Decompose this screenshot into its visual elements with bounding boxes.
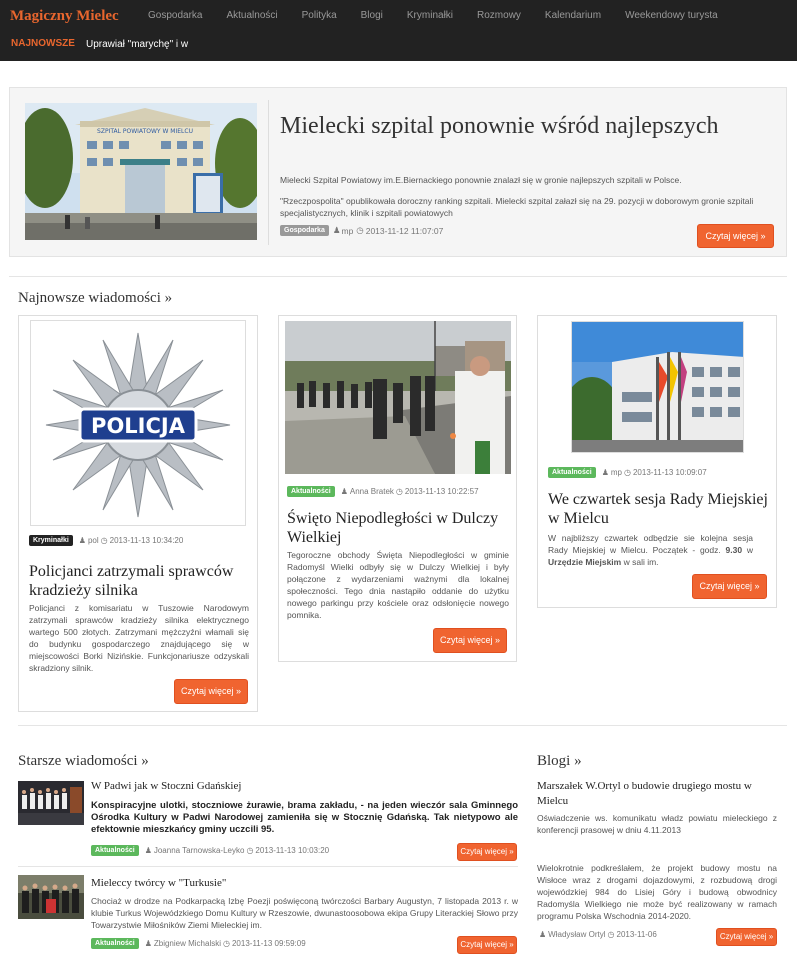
card-excerpt: Policjanci z komisariatu w Tuszowie Naro… xyxy=(29,603,249,673)
older-title[interactable]: W Padwi jak w Stoczni Gdańskiej xyxy=(91,780,241,792)
blogs-section-title[interactable]: Blogi » xyxy=(537,753,582,770)
category-badge[interactable]: Kryminałki xyxy=(29,535,73,546)
site-logo[interactable]: Magiczny Mielec xyxy=(10,8,119,25)
blog-excerpt: Wielokrotnie podkreślałem, że projekt bu… xyxy=(537,863,777,921)
card-meta: Aktualności ♟ mp ◷ 2013-11-13 10:09:07 xyxy=(548,467,707,478)
nav-item-gospodarka[interactable]: Gospodarka xyxy=(136,10,214,21)
ceremony-photo[interactable] xyxy=(285,321,511,474)
post-date: 2013-11-13 10:34:20 xyxy=(109,536,184,545)
hero-lead: Mielecki Szpital Powiatowy im.E.Biernack… xyxy=(280,175,682,185)
post-date: 2013-11-13 10:22:57 xyxy=(404,487,479,496)
news-card: POLICJA Kryminałki ♟ pol ◷ 2013-11-13 10… xyxy=(18,315,258,712)
svg-text:SZPITAL POWIATOWY W MIELCU: SZPITAL POWIATOWY W MIELCU xyxy=(97,128,193,135)
author-name: mp xyxy=(610,468,622,477)
post-date: 2013-11-13 10:09:07 xyxy=(632,468,707,477)
read-more-button[interactable]: Czytaj więcej » xyxy=(457,843,517,861)
featured-article: SZPITAL POWIATOWY W MIELCU Mielecki szpi… xyxy=(9,87,787,257)
category-badge[interactable]: Aktualności xyxy=(287,486,335,497)
nav-item-kalendarium[interactable]: Kalendarium xyxy=(533,10,613,21)
hero-meta: Gospodarka ♟ mp ◷ 2013-11-12 11:07:07 xyxy=(280,225,443,236)
choir-photo[interactable] xyxy=(18,781,84,825)
read-more-button[interactable]: Czytaj więcej » xyxy=(692,574,767,599)
card-meta: Kryminałki ♟ pol ◷ 2013-11-13 10:34:20 xyxy=(29,535,183,546)
nav-item-polityka[interactable]: Polityka xyxy=(290,10,349,21)
card-title[interactable]: Święto Niepodległości w Dulczy Wielkiej xyxy=(287,509,507,547)
card-title[interactable]: Policjanci zatrzymali sprawców kradzieży… xyxy=(29,562,249,600)
top-navbar: Magiczny Mielec Gospodarka Aktualności P… xyxy=(0,0,797,61)
nav-item-aktualnosci[interactable]: Aktualności xyxy=(214,10,289,21)
nav-item-kryminalki[interactable]: Kryminałki xyxy=(395,10,465,21)
user-icon: ♟ xyxy=(539,930,547,939)
card-excerpt: W najbliższy czwartek odbędzie sie kolej… xyxy=(548,533,753,567)
hero-title[interactable]: Mielecki szpital ponownie wśród najlepsz… xyxy=(280,113,760,140)
blog-title[interactable]: Marszałek W.Ortyl o budowie drugiego mos… xyxy=(537,779,777,809)
post-date: 2013-11-06 xyxy=(616,930,657,939)
author-name: Władysław Ortyl xyxy=(548,930,606,939)
author-name: Joanna Tarnowska-Leyko xyxy=(153,846,245,855)
user-icon: ♟ xyxy=(340,487,348,496)
ticker-headline[interactable]: Uprawiał "marychę" i w xyxy=(86,39,188,50)
post-date: 2013-11-13 10:03:20 xyxy=(255,846,330,855)
category-badge[interactable]: Aktualności xyxy=(91,938,139,949)
news-card: Aktualności ♟ mp ◷ 2013-11-13 10:09:07 W… xyxy=(537,315,777,608)
post-date: 2013-11-12 11:07:07 xyxy=(365,225,444,236)
clock-icon: ◷ xyxy=(395,487,403,496)
blog-excerpt: Oświadczenie ws. komunikatu władz powiat… xyxy=(537,813,777,835)
clock-icon: ◷ xyxy=(356,225,364,235)
svg-text:POLICJA: POLICJA xyxy=(91,414,186,438)
older-meta: Aktualności ♟ Zbigniew Michalski ◷ 2013-… xyxy=(91,938,306,949)
news-card: Aktualności ♟ Anna Bratek ◷ 2013-11-13 1… xyxy=(278,315,517,662)
user-icon: ♟ xyxy=(144,939,152,948)
author-name: Zbigniew Michalski xyxy=(153,939,221,948)
clock-icon: ◷ xyxy=(623,468,631,477)
author-name: Anna Bratek xyxy=(349,487,394,496)
divider xyxy=(18,866,518,867)
hero-text: "Rzeczpospolita" opublikowała doroczny r… xyxy=(280,196,754,218)
hospital-photo[interactable]: SZPITAL POWIATOWY W MIELCU xyxy=(25,103,257,240)
blog-meta: ♟ Władysław Ortyl ◷ 2013-11-06 xyxy=(537,930,657,939)
read-more-button[interactable]: Czytaj więcej » xyxy=(457,936,517,954)
user-icon: ♟ xyxy=(78,536,86,545)
city-hall-photo[interactable] xyxy=(571,321,744,453)
card-meta: Aktualności ♟ Anna Bratek ◷ 2013-11-13 1… xyxy=(287,486,479,497)
read-more-button[interactable]: Czytaj więcej » xyxy=(174,679,248,704)
category-badge[interactable]: Aktualności xyxy=(91,845,139,856)
card-excerpt: Tegoroczne obchody Święta Niepodległości… xyxy=(287,550,509,620)
nav-item-blogi[interactable]: Blogi xyxy=(349,10,395,21)
older-meta: Aktualności ♟ Joanna Tarnowska-Leyko ◷ 2… xyxy=(91,845,329,856)
police-badge-image[interactable]: POLICJA xyxy=(30,320,246,526)
ticker-label: NAJNOWSZE xyxy=(11,38,75,49)
category-badge[interactable]: Aktualności xyxy=(548,467,596,478)
clock-icon: ◷ xyxy=(223,939,230,948)
read-more-button[interactable]: Czytaj więcej » xyxy=(716,928,777,946)
older-title[interactable]: Mieleccy twórcy w "Turkusie" xyxy=(91,877,226,889)
older-excerpt: Chociaż w drodze na Podkarpacką Izbę Poe… xyxy=(91,896,518,930)
older-lead: Konspiracyjne ulotki, stoczniowe żurawie… xyxy=(91,800,518,835)
read-more-button[interactable]: Czytaj więcej » xyxy=(697,224,774,248)
user-icon: ♟ xyxy=(332,225,341,235)
card-title[interactable]: We czwartek sesja Rady Miejskiej w Mielc… xyxy=(548,490,768,528)
nav-item-rozmowy[interactable]: Rozmowy xyxy=(465,10,533,21)
user-icon: ♟ xyxy=(144,846,152,855)
older-section-title[interactable]: Starsze wiadomości » xyxy=(18,753,149,770)
clock-icon: ◷ xyxy=(100,536,108,545)
author-name: mp xyxy=(341,225,354,236)
author-name: pol xyxy=(87,536,99,545)
divider xyxy=(18,725,787,726)
group-photo[interactable] xyxy=(18,875,84,919)
divider xyxy=(9,276,787,277)
post-date: 2013-11-13 09:59:09 xyxy=(231,939,306,948)
latest-section-title[interactable]: Najnowsze wiadomości » xyxy=(18,290,172,307)
nav-item-weekendowy-turysta[interactable]: Weekendowy turysta xyxy=(613,10,730,21)
clock-icon: ◷ xyxy=(246,846,254,855)
clock-icon: ◷ xyxy=(607,930,615,939)
main-nav: Gospodarka Aktualności Polityka Blogi Kr… xyxy=(136,10,730,21)
read-more-button[interactable]: Czytaj więcej » xyxy=(433,628,507,653)
hero-divider xyxy=(268,100,269,245)
user-icon: ♟ xyxy=(601,468,609,477)
category-badge[interactable]: Gospodarka xyxy=(280,225,329,236)
